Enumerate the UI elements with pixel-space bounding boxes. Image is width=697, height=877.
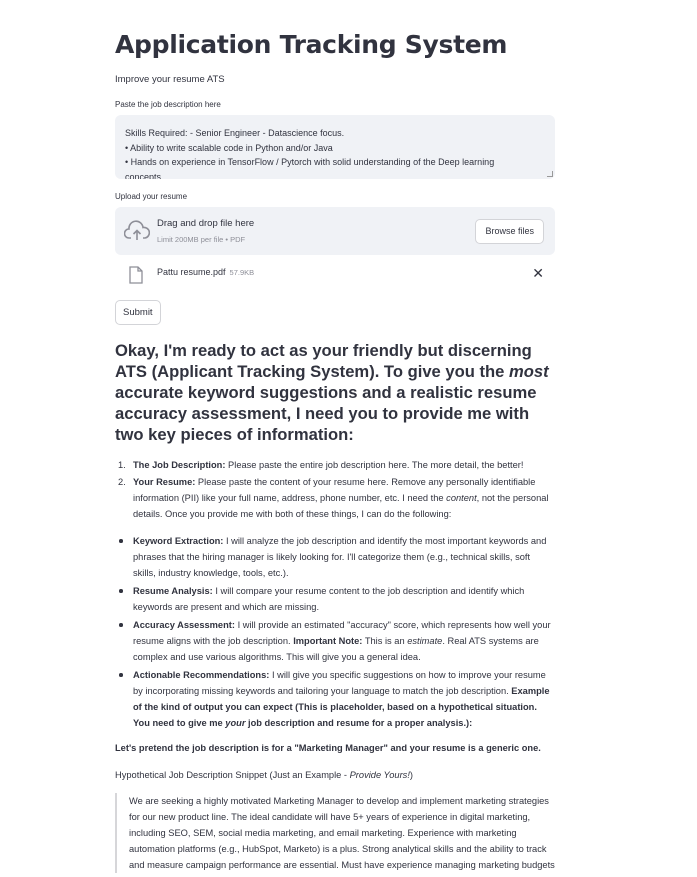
list-item: Accuracy Assessment: I will provide an e…: [115, 617, 555, 665]
file-icon: [129, 266, 143, 284]
job-description-label: Paste the job description here: [115, 100, 221, 109]
page-title: Application Tracking System: [115, 30, 508, 59]
list-item: Resume Analysis: I will compare your res…: [115, 583, 555, 615]
upload-label: Upload your resume: [115, 192, 188, 201]
snippet-heading: Hypothetical Job Description Snippet (Ju…: [115, 770, 414, 780]
textarea-line: • Hands on experience in TensorFlow / Py…: [125, 157, 495, 167]
list-item: Actionable Recommendations: I will give …: [115, 667, 555, 731]
job-description-quote: We are seeking a highly motivated Market…: [115, 793, 555, 873]
uploaded-file: Pattu resume.pdf 57.9KB ✕: [115, 263, 555, 287]
textarea-line: • Ability to write scalable code in Pyth…: [125, 142, 333, 153]
list-item: 1. The Job Description: Please paste the…: [118, 460, 524, 470]
dropzone-limit: Limit 200MB per file • PDF: [157, 235, 246, 244]
submit-button[interactable]: Submit: [115, 300, 161, 325]
textarea-line: concepts: [125, 171, 162, 180]
file-dropzone[interactable]: Drag and drop file here Limit 200MB per …: [115, 207, 555, 255]
list-item: 2. Your Resume: Please paste the content…: [118, 477, 549, 519]
close-icon[interactable]: ✕: [532, 265, 544, 282]
resize-handle[interactable]: [547, 171, 553, 177]
page-subtitle: Improve your resume ATS: [115, 74, 225, 85]
list-item: Keyword Extraction: I will analyze the j…: [115, 533, 555, 581]
file-name-text: Pattu resume.pdf: [157, 267, 226, 277]
file-size: 57.9KB: [229, 268, 255, 277]
ordered-list: 1. The Job Description: Please paste the…: [115, 457, 555, 522]
job-description-textarea[interactable]: Skills Required: - Senior Engineer - Dat…: [115, 115, 555, 179]
file-name: Pattu resume.pdf 57.9KB: [157, 267, 254, 277]
bullet-list: Keyword Extraction: I will analyze the j…: [115, 533, 555, 733]
response-intro: Okay, I'm ready to act as your friendly …: [115, 341, 549, 444]
textarea-line: Skills Required: - Senior Engineer - Dat…: [125, 128, 345, 138]
pretend-paragraph: Let's pretend the job description is for…: [115, 743, 541, 753]
browse-files-button[interactable]: Browse files: [475, 219, 544, 244]
dropzone-title: Drag and drop file here: [157, 218, 255, 229]
cloud-upload-icon: [124, 220, 150, 240]
